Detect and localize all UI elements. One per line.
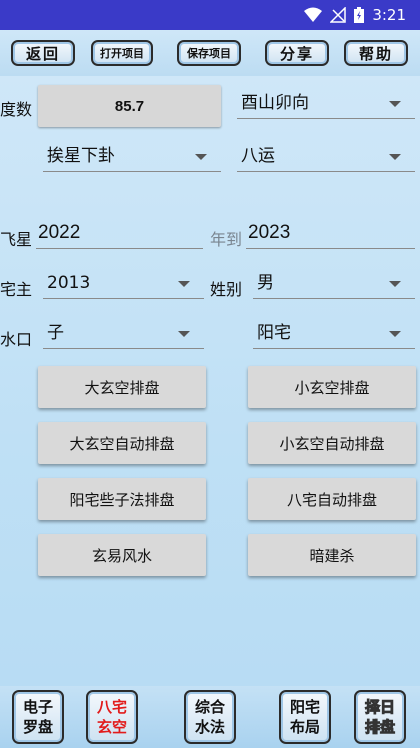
year-to-label: 年到 xyxy=(210,230,243,249)
chevron-down-icon xyxy=(178,331,190,337)
nav-date-selection[interactable]: 择日 排盘 xyxy=(354,690,406,744)
chevron-down-icon xyxy=(178,281,190,287)
nav-water-line2: 水法 xyxy=(194,718,225,736)
chevron-down-icon xyxy=(389,154,401,160)
year-from-value: 2022 xyxy=(38,222,81,243)
small-xuankong-auto-button[interactable]: 小玄空自动排盘 xyxy=(248,422,416,464)
degree-label: 度数 xyxy=(0,100,33,119)
house-type-spinner[interactable]: 阳宅 xyxy=(253,319,415,349)
year-to-input[interactable]: 2023 xyxy=(246,217,415,249)
main-panel: 度数 85.7 酉山卯向 挨星下卦 八运 飞星 2022 年到 2023 宅主 … xyxy=(0,76,420,686)
nav-water-method[interactable]: 综合 水法 xyxy=(184,690,236,744)
nav-date-line2: 排盘 xyxy=(364,718,395,737)
bazhai-auto-button[interactable]: 八宅自动排盘 xyxy=(248,478,416,520)
owner-label: 宅主 xyxy=(0,280,33,299)
nav-yangzhai-line1: 阳宅 xyxy=(289,698,320,716)
nav-bazhai-xuankong[interactable]: 八宅 玄空 xyxy=(86,690,138,744)
nav-yangzhai-line2: 布局 xyxy=(289,718,320,736)
gender-value: 男 xyxy=(257,273,274,293)
period-value: 八运 xyxy=(241,146,275,166)
gender-label: 姓别 xyxy=(210,280,243,299)
top-toolbar: 返回 打开项目 保存项目 分享 帮助 xyxy=(0,30,420,76)
nav-compass-line2: 罗盘 xyxy=(22,718,53,736)
nav-yangzhai-layout[interactable]: 阳宅 布局 xyxy=(279,690,331,744)
owner-year-spinner[interactable]: 2013 xyxy=(43,269,204,299)
nav-water-line1: 综合 xyxy=(194,698,225,716)
flying-star-label: 飞星 xyxy=(0,230,33,249)
nav-date-line1: 择日 xyxy=(364,698,395,717)
chevron-down-icon xyxy=(389,281,401,287)
star-method-spinner[interactable]: 挨星下卦 xyxy=(43,142,221,172)
nav-compass[interactable]: 电子 罗盘 xyxy=(12,690,64,744)
nav-bazhai-line1: 八宅 xyxy=(96,698,127,716)
chevron-down-icon xyxy=(389,331,401,337)
chevron-down-icon xyxy=(389,101,401,107)
nav-bazhai-line2: 玄空 xyxy=(96,718,127,736)
bottom-nav: 电子 罗盘 八宅 玄空 综合 水法 阳宅 布局 择日 排盘 xyxy=(0,686,420,748)
big-xuankong-auto-button[interactable]: 大玄空自动排盘 xyxy=(38,422,206,464)
xuanyi-fengshui-button[interactable]: 玄易风水 xyxy=(38,534,206,576)
water-label: 水口 xyxy=(0,330,33,349)
year-from-input[interactable]: 2022 xyxy=(36,217,203,249)
save-project-button[interactable]: 保存项目 xyxy=(177,40,241,66)
water-spinner[interactable]: 子 xyxy=(43,319,204,349)
period-spinner[interactable]: 八运 xyxy=(237,142,415,172)
house-type-value: 阳宅 xyxy=(257,323,291,343)
status-time: 3:21 xyxy=(372,6,406,24)
anjiansha-button[interactable]: 暗建杀 xyxy=(248,534,416,576)
back-button[interactable]: 返回 xyxy=(11,40,75,66)
wifi-icon xyxy=(304,7,323,22)
nav-compass-line1: 电子 xyxy=(22,698,53,716)
degree-value-button[interactable]: 85.7 xyxy=(38,85,221,127)
year-to-value: 2023 xyxy=(248,222,291,243)
status-bar: 3:21 xyxy=(0,0,420,30)
owner-year-value: 2013 xyxy=(47,273,91,293)
yangzhai-method-button[interactable]: 阳宅些子法排盘 xyxy=(38,478,206,520)
direction-spinner[interactable]: 酉山卯向 xyxy=(237,89,415,119)
gender-spinner[interactable]: 男 xyxy=(253,269,415,299)
chevron-down-icon xyxy=(195,154,207,160)
signal-icon xyxy=(330,7,347,23)
status-icons: 3:21 xyxy=(304,6,406,24)
small-xuankong-button[interactable]: 小玄空排盘 xyxy=(248,366,416,408)
open-project-button[interactable]: 打开项目 xyxy=(91,40,153,66)
help-button[interactable]: 帮助 xyxy=(344,40,408,66)
big-xuankong-button[interactable]: 大玄空排盘 xyxy=(38,366,206,408)
direction-value: 酉山卯向 xyxy=(241,93,309,113)
battery-icon xyxy=(354,7,365,23)
star-method-value: 挨星下卦 xyxy=(47,146,115,166)
water-value: 子 xyxy=(47,323,64,343)
share-button[interactable]: 分享 xyxy=(265,40,329,66)
